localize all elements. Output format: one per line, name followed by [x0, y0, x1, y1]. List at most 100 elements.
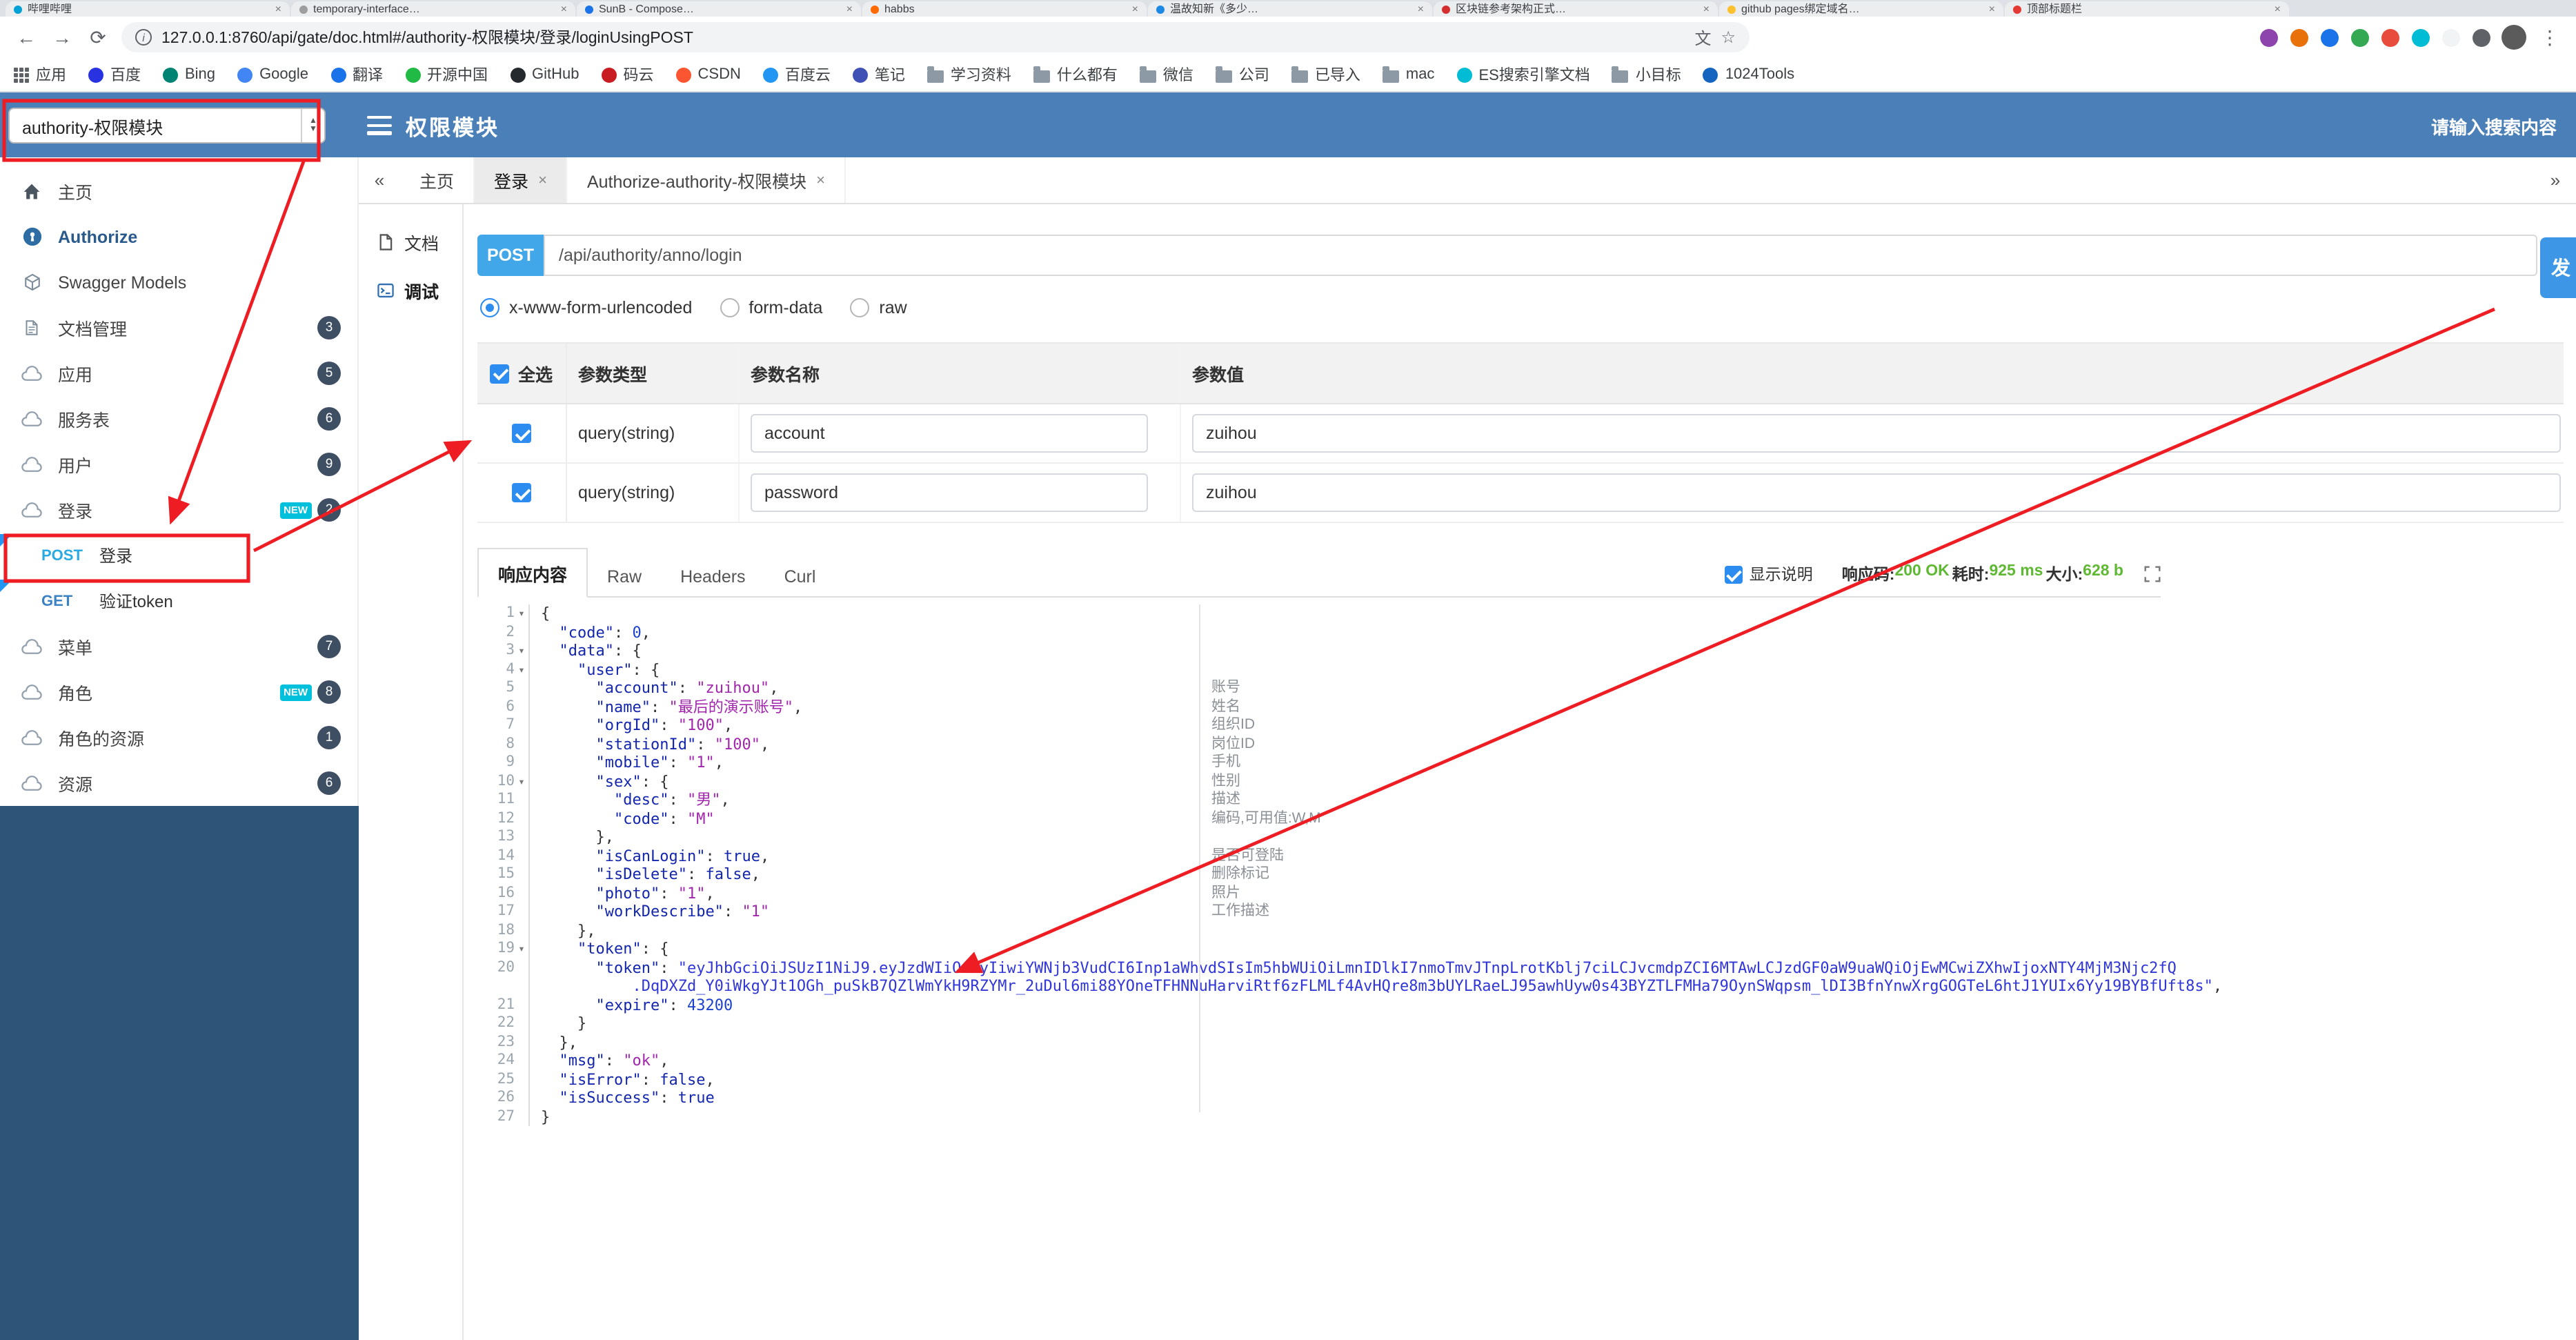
- fold-icon[interactable]: ▾: [515, 660, 528, 679]
- bookmark-item[interactable]: mac: [1382, 66, 1434, 83]
- tab-close-icon[interactable]: ×: [1418, 3, 1424, 15]
- param-name-input[interactable]: account: [751, 414, 1148, 453]
- browser-tab[interactable]: habbs ×: [862, 1, 1147, 17]
- send-button[interactable]: 发: [2540, 237, 2576, 298]
- bookmark-item[interactable]: Bing: [163, 66, 215, 83]
- select-all-checkbox[interactable]: [490, 364, 510, 383]
- radio-icon[interactable]: [850, 298, 870, 317]
- extension-icon[interactable]: [2442, 28, 2460, 46]
- content-tab[interactable]: 主页: [400, 157, 475, 203]
- address-bar[interactable]: i 127.0.0.1:8760/api/gate/doc.html#/auth…: [121, 22, 1750, 52]
- site-info-icon[interactable]: i: [135, 29, 152, 46]
- translate-icon[interactable]: 文: [1694, 26, 1711, 49]
- browser-tab[interactable]: 区块链参考架构正式… ×: [1434, 1, 1718, 17]
- bookmark-item[interactable]: 码云: [601, 63, 654, 86]
- bookmark-item[interactable]: 应用: [14, 63, 66, 86]
- content-tab[interactable]: Authorize-authority-权限模块 ×: [568, 157, 846, 203]
- body-type-option[interactable]: x-www-form-urlencoded: [480, 298, 692, 317]
- tab-close-icon[interactable]: ×: [1703, 3, 1710, 15]
- response-tab[interactable]: Curl: [765, 556, 835, 596]
- sidebar-item[interactable]: 服务表 6: [0, 396, 357, 442]
- fold-icon[interactable]: ▾: [515, 940, 528, 958]
- bookmark-item[interactable]: 1024Tools: [1703, 66, 1794, 83]
- row-checkbox[interactable]: [512, 424, 531, 443]
- bookmark-item[interactable]: ES搜索引擎文档: [1456, 63, 1590, 86]
- sidebar-item[interactable]: Authorize: [0, 214, 357, 259]
- response-tab[interactable]: 响应内容: [477, 548, 588, 598]
- service-group-select[interactable]: authority-权限模块 ▲ ▼: [8, 108, 326, 144]
- tab-close-icon[interactable]: ×: [561, 3, 567, 15]
- bookmark-item[interactable]: 百度: [88, 63, 141, 86]
- param-value-input[interactable]: zuihou: [1192, 414, 2561, 453]
- row-checkbox[interactable]: [512, 483, 531, 502]
- bookmark-item[interactable]: 开源中国: [405, 63, 488, 86]
- bookmark-item[interactable]: 翻译: [330, 63, 383, 86]
- bookmark-item[interactable]: GitHub: [510, 66, 579, 83]
- sidebar-item[interactable]: 角色 NEW 8: [0, 669, 357, 715]
- tab-close-icon[interactable]: ×: [846, 3, 853, 15]
- content-tab[interactable]: 登录 ×: [475, 157, 568, 203]
- side-tab-debug[interactable]: 调试: [359, 266, 462, 315]
- side-tab-doc[interactable]: 文档: [359, 218, 462, 266]
- profile-avatar[interactable]: [2501, 25, 2526, 50]
- browser-tab[interactable]: SunB - Compose… ×: [577, 1, 861, 17]
- extension-icon[interactable]: [2351, 28, 2369, 46]
- fold-icon[interactable]: ▾: [515, 642, 528, 660]
- reload-button[interactable]: ⟳: [86, 26, 110, 49]
- param-name-input[interactable]: password: [751, 473, 1148, 512]
- tab-close-icon[interactable]: ×: [275, 3, 281, 15]
- bookmark-item[interactable]: 什么都有: [1033, 63, 1118, 86]
- bookmark-item[interactable]: 百度云: [762, 63, 831, 86]
- forward-button[interactable]: →: [50, 26, 75, 48]
- bookmark-item[interactable]: 已导入: [1291, 63, 1360, 86]
- tab-close-icon[interactable]: ×: [1989, 3, 1995, 15]
- tab-close-icon[interactable]: ×: [538, 172, 547, 188]
- sidebar-item[interactable]: 主页: [0, 168, 357, 214]
- url-text[interactable]: 127.0.0.1:8760/api/gate/doc.html#/author…: [161, 26, 1685, 48]
- tab-close-icon[interactable]: ×: [816, 172, 825, 188]
- bookmark-item[interactable]: 公司: [1215, 63, 1269, 86]
- bookmark-item[interactable]: 小目标: [1612, 63, 1681, 86]
- extension-icon[interactable]: [2473, 28, 2490, 46]
- body-type-option[interactable]: form-data: [720, 298, 822, 317]
- tab-scroll-right-icon[interactable]: »: [2535, 170, 2576, 190]
- extension-icon[interactable]: [2260, 28, 2278, 46]
- browser-tab[interactable]: 温故知新《多少… ×: [1148, 1, 1432, 17]
- sidebar-endpoint-get[interactable]: GET 验证token: [0, 578, 357, 624]
- param-value-input[interactable]: zuihou: [1192, 473, 2561, 512]
- radio-icon[interactable]: [480, 298, 499, 317]
- radio-icon[interactable]: [720, 298, 740, 317]
- bookmark-item[interactable]: 笔记: [852, 63, 905, 86]
- extension-icon[interactable]: [2381, 28, 2399, 46]
- bookmark-item[interactable]: 微信: [1139, 63, 1193, 86]
- response-tab[interactable]: Headers: [661, 556, 765, 596]
- sidebar-item[interactable]: Swagger Models: [0, 259, 357, 305]
- sidebar-item[interactable]: 文档管理 3: [0, 305, 357, 351]
- browser-tab[interactable]: github pages绑定域名… ×: [1719, 1, 2003, 17]
- response-tab[interactable]: Raw: [588, 556, 661, 596]
- sidebar-item[interactable]: 角色的资源 1: [0, 715, 357, 760]
- bookmark-item[interactable]: CSDN: [675, 66, 741, 83]
- bookmark-item[interactable]: 学习资料: [927, 63, 1011, 86]
- tab-close-icon[interactable]: ×: [2275, 3, 2281, 15]
- hamburger-icon[interactable]: [367, 116, 392, 139]
- bookmark-item[interactable]: Google: [237, 66, 308, 83]
- tab-scroll-left-icon[interactable]: «: [359, 170, 400, 190]
- extension-icon[interactable]: [2290, 28, 2308, 46]
- browser-tab[interactable]: 哔哩哔哩 ×: [6, 1, 290, 17]
- sidebar-item[interactable]: 用户 9: [0, 442, 357, 487]
- bookmark-star-icon[interactable]: ☆: [1721, 28, 1736, 47]
- request-path-input[interactable]: /api/authority/anno/login: [544, 235, 2537, 276]
- show-desc-checkbox[interactable]: [1724, 565, 1743, 583]
- extension-icon[interactable]: [2321, 28, 2339, 46]
- sidebar-item[interactable]: 资源 6: [0, 760, 357, 806]
- tab-close-icon[interactable]: ×: [1132, 3, 1138, 15]
- sidebar-item[interactable]: 登录 NEW 2: [0, 487, 357, 533]
- search-input[interactable]: 请输入搜索内容: [2431, 113, 2557, 139]
- sidebar-endpoint-post[interactable]: POST 登录: [0, 533, 357, 578]
- fold-icon[interactable]: ▾: [515, 604, 528, 623]
- sidebar-item[interactable]: 菜单 7: [0, 624, 357, 669]
- browser-menu-icon[interactable]: ⋮: [2537, 26, 2562, 49]
- browser-tab[interactable]: 顶部标题栏 ×: [2005, 1, 2289, 17]
- body-type-option[interactable]: raw: [850, 298, 907, 317]
